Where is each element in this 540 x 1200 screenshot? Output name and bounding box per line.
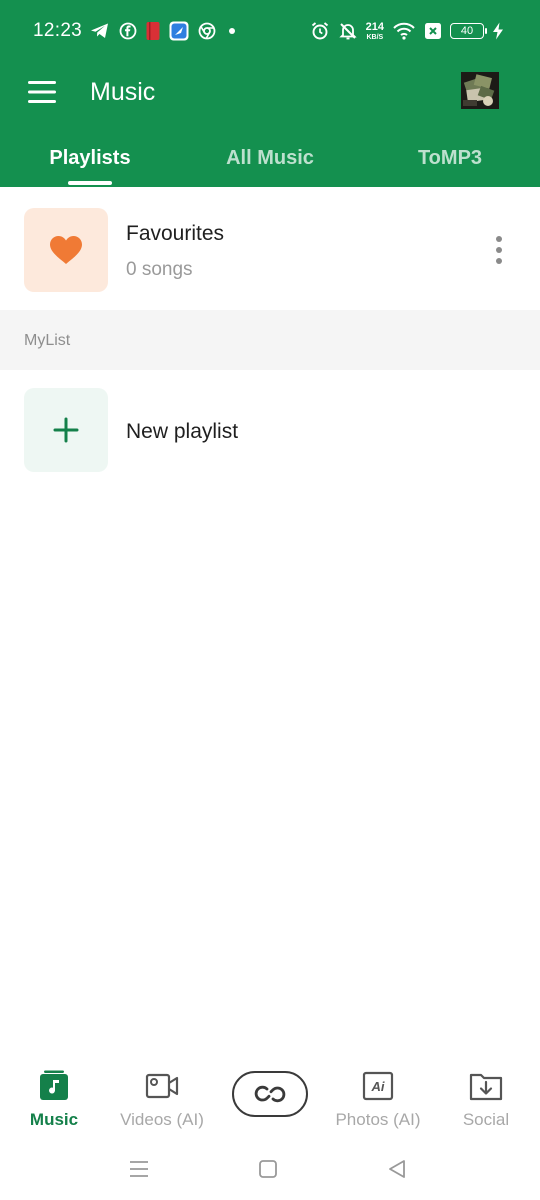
app-bar: Music xyxy=(0,62,540,124)
ai-photo-icon: Ai xyxy=(362,1070,394,1102)
avatar[interactable] xyxy=(461,72,499,109)
plus-icon xyxy=(53,417,79,443)
nav-videos-label: Videos (AI) xyxy=(120,1110,204,1129)
nav-music[interactable]: Music xyxy=(0,1070,109,1134)
tab-bar: Playlists All Music ToMP3 xyxy=(0,124,540,187)
active-tab-indicator xyxy=(68,181,112,185)
nav-photos-label: Photos (AI) xyxy=(335,1110,421,1129)
nav-music-label: Music xyxy=(29,1110,79,1129)
favourites-title: Favourites xyxy=(126,222,225,245)
nav-photos[interactable]: Ai Photos (AI) xyxy=(323,1070,433,1134)
tab-tomp3[interactable]: ToMP3 xyxy=(360,124,540,187)
home-button[interactable] xyxy=(255,1156,281,1182)
bottom-navigation: Music Videos (AI) Ai Photos (AI) Social xyxy=(0,1060,540,1140)
music-note-icon xyxy=(38,1070,70,1102)
favourites-playlist-row[interactable]: Favourites 0 songs xyxy=(0,187,540,310)
section-label: MyList xyxy=(24,332,71,349)
more-options-button[interactable] xyxy=(486,233,512,267)
new-playlist-thumbnail xyxy=(24,388,108,472)
battery-level: 40 xyxy=(460,25,474,37)
nav-social[interactable]: Social xyxy=(431,1070,540,1134)
nav-social-label: Social xyxy=(462,1110,510,1129)
back-icon xyxy=(389,1160,405,1178)
favourites-song-count: 0 songs xyxy=(126,259,193,280)
mylist-section-header: MyList xyxy=(0,310,540,370)
network-speed: 214 KB/S xyxy=(365,20,384,41)
more-dot-icon xyxy=(496,236,502,242)
svg-text:Ai: Ai xyxy=(371,1079,385,1094)
recents-icon xyxy=(130,1161,148,1177)
mute-icon xyxy=(338,21,358,41)
sim-off-icon xyxy=(424,22,442,40)
system-status-icons: 214 KB/S 40 xyxy=(310,17,504,45)
dot-icon xyxy=(225,24,239,38)
alarm-icon xyxy=(310,21,330,41)
telegram-icon xyxy=(90,22,110,40)
status-bar: 12:23 214 KB/S 40 xyxy=(0,0,540,62)
nav-videos[interactable]: Videos (AI) xyxy=(107,1070,217,1134)
network-speed-value: 214 xyxy=(365,20,384,33)
notification-icons xyxy=(90,18,239,44)
new-playlist-row[interactable]: New playlist xyxy=(0,370,540,490)
tab-all-music[interactable]: All Music xyxy=(180,124,360,187)
download-folder-icon xyxy=(469,1070,503,1102)
charging-icon xyxy=(492,22,504,40)
link-icon xyxy=(254,1085,286,1103)
more-dot-icon xyxy=(496,258,502,264)
wifi-icon xyxy=(392,22,416,40)
tab-playlists[interactable]: Playlists xyxy=(0,124,180,187)
recent-apps-button[interactable] xyxy=(126,1156,152,1182)
video-camera-icon xyxy=(145,1070,179,1102)
back-button[interactable] xyxy=(384,1156,410,1182)
new-playlist-label: New playlist xyxy=(126,420,239,443)
favourites-thumbnail xyxy=(24,208,108,292)
nav-link-button[interactable] xyxy=(232,1071,308,1117)
system-navigation-bar xyxy=(0,1140,540,1200)
network-speed-unit: KB/S xyxy=(366,33,384,41)
blue-app-icon xyxy=(169,21,189,41)
battery-indicator: 40 xyxy=(450,23,487,39)
chrome-icon xyxy=(198,22,216,40)
red-app-icon xyxy=(146,21,160,41)
status-time: 12:23 xyxy=(33,20,83,41)
home-icon xyxy=(259,1160,277,1178)
more-dot-icon xyxy=(496,247,502,253)
page-title: Music xyxy=(90,78,156,106)
facebook-icon xyxy=(119,22,137,40)
heart-icon xyxy=(50,236,82,264)
hamburger-icon xyxy=(28,81,56,103)
avatar-image xyxy=(461,72,499,109)
menu-button[interactable] xyxy=(26,78,58,106)
